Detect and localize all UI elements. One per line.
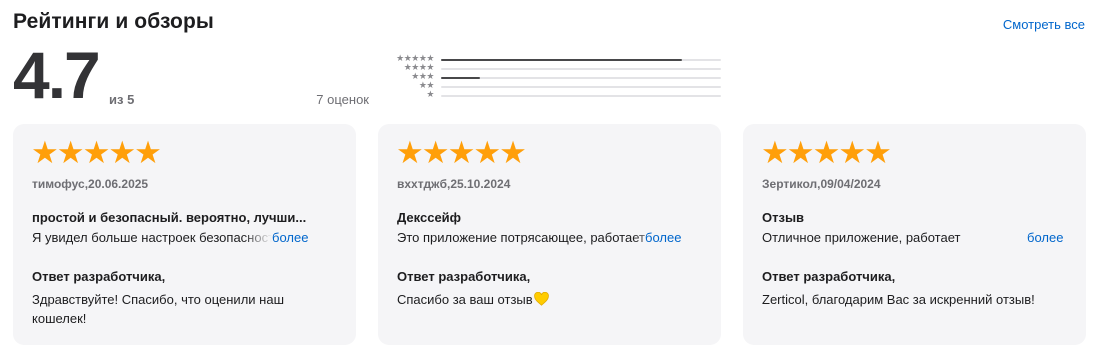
ratings-header: Рейтинги и обзоры Смотреть все <box>13 10 1085 38</box>
more-link[interactable]: более <box>272 230 308 245</box>
section-title: Рейтинги и обзоры <box>13 10 214 33</box>
developer-response-label: Ответ разработчика, <box>762 269 896 284</box>
ratings-count: 7 оценок <box>316 92 369 107</box>
histogram-track <box>441 77 721 79</box>
more-link[interactable]: более <box>1027 230 1063 245</box>
review-card[interactable]: ★★★★★ вххтджб,25.10.2024 Декссейф Это пр… <box>378 124 721 345</box>
developer-response-text: Спасибо за ваш отзыв <box>397 292 533 307</box>
developer-response-text: Здравствуйте! Спасибо, что оценили наш к… <box>32 292 284 326</box>
star-rating: ★★★★★ <box>31 135 162 170</box>
histogram-track <box>441 59 721 61</box>
developer-response-label: Ответ разработчика, <box>397 269 531 284</box>
rating-histogram: ★★★★★ ★★★★ ★★★ ★★ ★ <box>378 53 724 106</box>
review-body: Я увидел больше настроек безопасности <box>32 230 272 245</box>
review-author-date: Зертикол,09/04/2024 <box>762 177 881 191</box>
star-rating: ★★★★★ <box>396 135 527 170</box>
yellow-heart-icon <box>533 291 549 311</box>
developer-response-label: Ответ разработчика, <box>32 269 166 284</box>
review-body: Отличное приложение, работает <box>762 230 961 245</box>
histogram-track <box>441 95 721 97</box>
star-rating: ★★★★★ <box>761 135 892 170</box>
histogram-track <box>441 68 721 70</box>
developer-response-text: Zerticol, благодарим Вас за искренний от… <box>762 292 1035 307</box>
histogram-track <box>441 86 721 88</box>
rating-summary: 4.7 из 5 7 оценок <box>13 40 369 110</box>
developer-response: Спасибо за ваш отзыв <box>397 290 697 311</box>
histogram-fill <box>441 77 481 79</box>
review-title: Декссейф <box>397 210 462 225</box>
review-title: Отзыв <box>762 210 805 225</box>
review-body: Это приложение потрясающее, работает <box>397 230 645 245</box>
histogram-fill <box>441 59 682 61</box>
score-scale: из 5 <box>109 92 135 107</box>
histogram-row-1: ★ <box>378 89 724 99</box>
average-score: 4.7 <box>13 38 101 112</box>
more-link[interactable]: более <box>645 230 681 245</box>
review-title: простой и безопасный. вероятно, лучши... <box>32 210 307 225</box>
review-author-date: вххтджб,25.10.2024 <box>397 177 511 191</box>
histogram-stars-label: ★ <box>426 89 434 99</box>
review-card[interactable]: ★★★★★ тимофус,20.06.2025 простой и безоп… <box>13 124 356 345</box>
review-card[interactable]: ★★★★★ Зертикол,09/04/2024 Отзыв Отличное… <box>743 124 1086 345</box>
review-author-date: тимофус,20.06.2025 <box>32 177 149 191</box>
see-all-link[interactable]: Смотреть все <box>1003 17 1085 32</box>
